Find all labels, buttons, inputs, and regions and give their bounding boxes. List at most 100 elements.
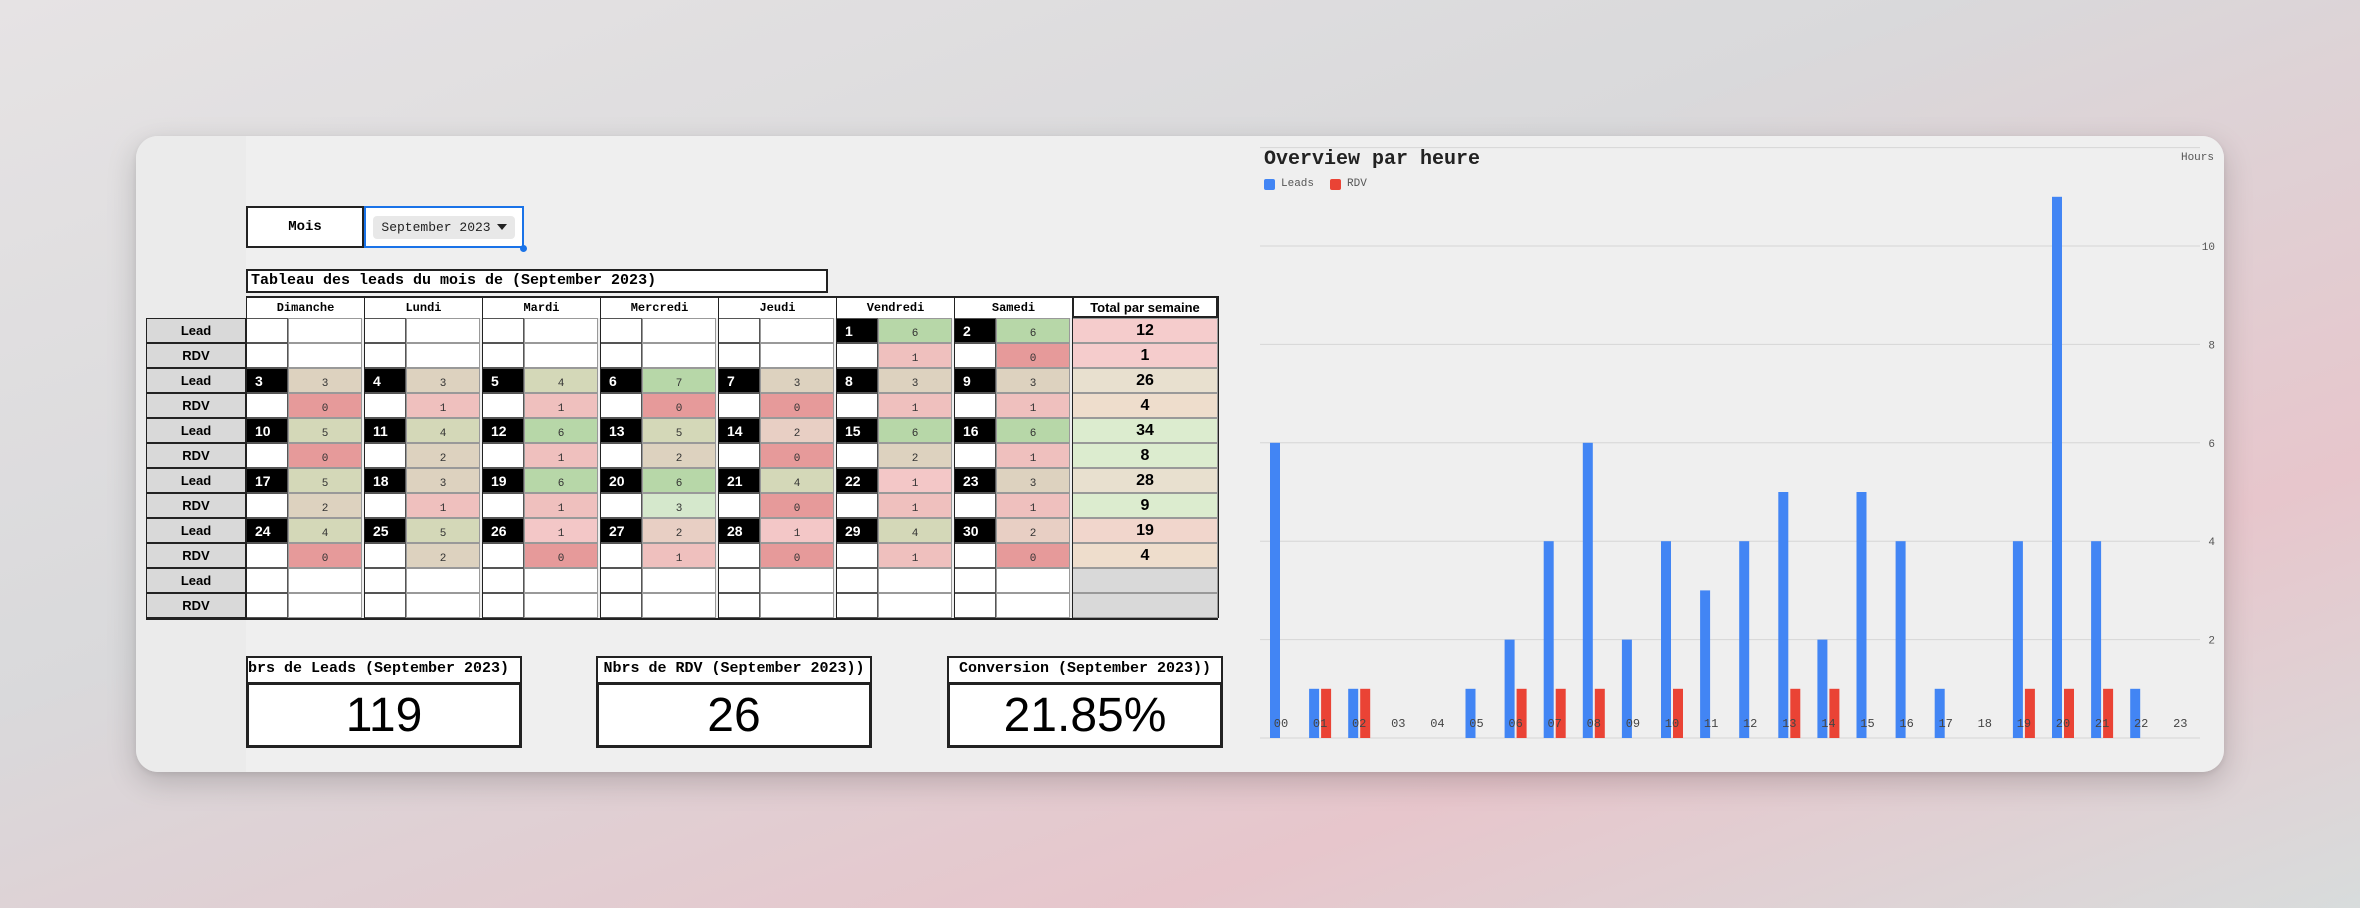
rdv-count-cell[interactable]: 0 (760, 393, 834, 418)
day-header: Jeudi (718, 296, 836, 318)
lead-count-cell[interactable]: 3 (406, 368, 480, 393)
rdv-count-cell[interactable]: 1 (996, 393, 1070, 418)
lead-count-cell[interactable]: 7 (642, 368, 716, 393)
rdv-count-cell[interactable] (524, 343, 598, 368)
x-tick-label: 02 (1352, 717, 1366, 731)
lead-count-cell[interactable]: 4 (524, 368, 598, 393)
lead-count-cell[interactable] (288, 318, 362, 343)
date-cell: 23 (954, 468, 996, 493)
x-tick-label: 06 (1508, 717, 1522, 731)
lead-count-cell[interactable] (406, 568, 480, 593)
rdv-count-cell[interactable]: 1 (524, 393, 598, 418)
rdv-count-cell[interactable]: 1 (996, 443, 1070, 468)
lead-count-cell[interactable]: 6 (996, 318, 1070, 343)
rdv-count-cell[interactable]: 0 (760, 443, 834, 468)
lead-count-cell[interactable] (878, 568, 952, 593)
lead-count-cell[interactable]: 1 (524, 518, 598, 543)
rdv-count-cell[interactable]: 0 (288, 393, 362, 418)
row-label-lead: Lead (146, 418, 246, 443)
lead-count-cell[interactable]: 5 (288, 468, 362, 493)
rdv-count-cell[interactable]: 0 (288, 543, 362, 568)
lead-count-cell[interactable] (288, 568, 362, 593)
lead-count-cell[interactable]: 1 (878, 468, 952, 493)
lead-count-cell[interactable] (760, 568, 834, 593)
rdv-count-cell[interactable] (996, 593, 1070, 618)
lead-count-cell[interactable]: 2 (996, 518, 1070, 543)
date-cell: 28 (718, 518, 760, 543)
rdv-count-cell[interactable]: 1 (406, 493, 480, 518)
rdv-count-cell[interactable]: 0 (996, 343, 1070, 368)
chevron-down-icon[interactable] (496, 224, 507, 230)
lead-count-cell[interactable] (642, 318, 716, 343)
lead-count-cell[interactable]: 6 (642, 468, 716, 493)
lead-count-cell[interactable]: 6 (878, 418, 952, 443)
rdv-count-cell[interactable]: 1 (406, 393, 480, 418)
date-cell: 7 (718, 368, 760, 393)
rdv-count-cell[interactable]: 0 (760, 543, 834, 568)
lead-count-cell[interactable]: 6 (878, 318, 952, 343)
lead-count-cell[interactable] (996, 568, 1070, 593)
rdv-count-cell[interactable]: 1 (642, 543, 716, 568)
lead-count-cell[interactable]: 5 (406, 518, 480, 543)
rdv-count-cell[interactable] (642, 593, 716, 618)
lead-count-cell[interactable]: 3 (878, 368, 952, 393)
rdv-count-cell[interactable]: 0 (996, 543, 1070, 568)
lead-count-cell[interactable]: 3 (760, 368, 834, 393)
lead-count-cell[interactable]: 5 (642, 418, 716, 443)
rdv-count-cell[interactable]: 0 (760, 493, 834, 518)
lead-count-cell[interactable]: 3 (406, 468, 480, 493)
lead-count-cell[interactable] (642, 568, 716, 593)
month-dropdown-pill[interactable]: September 2023 (373, 215, 515, 239)
rdv-count-cell[interactable]: 1 (878, 393, 952, 418)
lead-count-cell[interactable]: 4 (878, 518, 952, 543)
month-dropdown[interactable]: September 2023 (364, 206, 524, 248)
rdv-count-cell[interactable]: 1 (524, 493, 598, 518)
rdv-spacer-cell (954, 543, 996, 568)
lead-count-cell[interactable]: 6 (996, 418, 1070, 443)
rdv-count-cell[interactable]: 0 (642, 393, 716, 418)
rdv-count-cell[interactable] (406, 343, 480, 368)
lead-count-cell[interactable]: 2 (642, 518, 716, 543)
rdv-count-cell[interactable]: 3 (642, 493, 716, 518)
lead-count-cell[interactable]: 3 (288, 368, 362, 393)
rdv-count-cell[interactable] (878, 593, 952, 618)
rdv-count-cell[interactable]: 0 (288, 443, 362, 468)
rdv-count-cell[interactable]: 2 (406, 543, 480, 568)
lead-count-cell[interactable]: 2 (760, 418, 834, 443)
lead-count-cell[interactable]: 3 (996, 368, 1070, 393)
lead-count-cell[interactable] (524, 318, 598, 343)
legend-label-rdv: RDV (1347, 178, 1367, 190)
lead-count-cell[interactable]: 6 (524, 468, 598, 493)
lead-count-cell[interactable]: 4 (288, 518, 362, 543)
rdv-count-cell[interactable]: 2 (288, 493, 362, 518)
lead-count-cell[interactable]: 1 (760, 518, 834, 543)
rdv-count-cell[interactable] (406, 593, 480, 618)
lead-count-cell[interactable]: 3 (996, 468, 1070, 493)
lead-count-cell[interactable] (760, 318, 834, 343)
lead-count-cell[interactable]: 5 (288, 418, 362, 443)
rdv-count-cell[interactable]: 1 (878, 493, 952, 518)
lead-count-cell[interactable]: 4 (760, 468, 834, 493)
rdv-count-cell[interactable]: 1 (878, 343, 952, 368)
rdv-count-cell[interactable] (524, 593, 598, 618)
rdv-count-cell[interactable]: 1 (996, 493, 1070, 518)
rdv-count-cell[interactable] (642, 343, 716, 368)
selection-handle[interactable] (520, 245, 527, 252)
lead-count-cell[interactable]: 6 (524, 418, 598, 443)
rdv-count-cell[interactable]: 1 (878, 543, 952, 568)
rdv-count-cell[interactable] (288, 593, 362, 618)
lead-count-cell[interactable] (524, 568, 598, 593)
date-cell: 26 (482, 518, 524, 543)
rdv-count-cell[interactable]: 1 (524, 443, 598, 468)
lead-count-cell[interactable] (406, 318, 480, 343)
rdv-count-cell[interactable] (760, 343, 834, 368)
rdv-count-cell[interactable]: 2 (406, 443, 480, 468)
rdv-count-cell[interactable] (288, 343, 362, 368)
rdv-count-cell[interactable]: 0 (524, 543, 598, 568)
lead-count-cell[interactable]: 4 (406, 418, 480, 443)
rdv-count-cell[interactable] (760, 593, 834, 618)
x-tick-label: 15 (1860, 717, 1874, 731)
rdv-count-cell[interactable]: 2 (642, 443, 716, 468)
month-dropdown-value: September 2023 (381, 219, 491, 235)
rdv-count-cell[interactable]: 2 (878, 443, 952, 468)
